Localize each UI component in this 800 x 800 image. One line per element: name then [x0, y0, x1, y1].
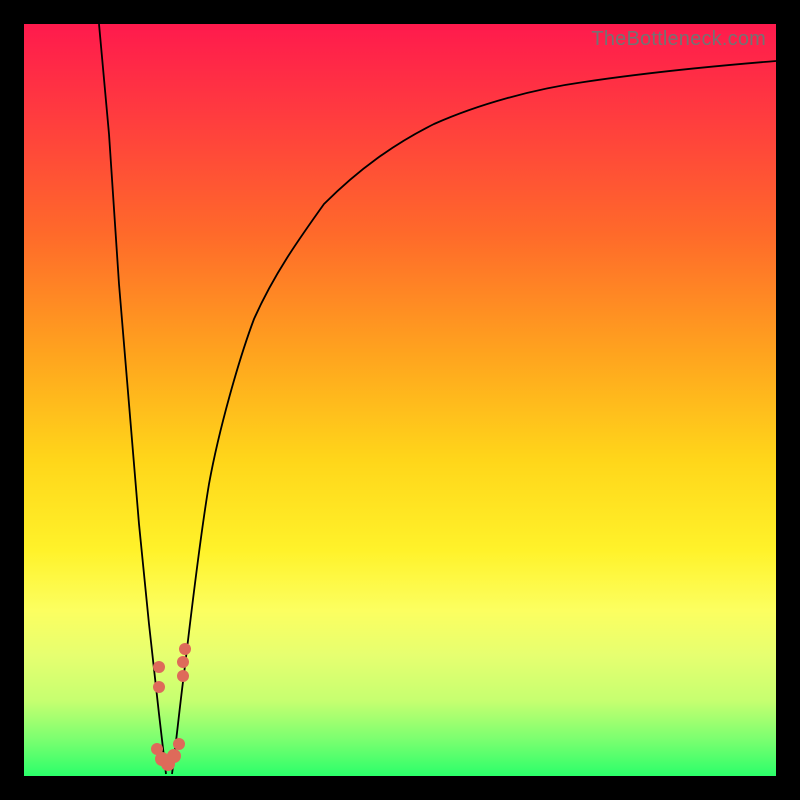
data-point: [173, 738, 185, 750]
curve-left-branch: [99, 24, 166, 774]
data-point: [153, 661, 165, 673]
data-point: [179, 643, 191, 655]
watermark-text: TheBottleneck.com: [591, 28, 766, 51]
curve-right-branch: [172, 61, 776, 774]
data-markers: [151, 643, 191, 771]
chart-frame: TheBottleneck.com: [0, 0, 800, 800]
plot-area: TheBottleneck.com: [24, 24, 776, 776]
data-point: [167, 749, 181, 763]
data-point: [153, 681, 165, 693]
data-point: [177, 670, 189, 682]
curve-layer: [24, 24, 776, 776]
data-point: [177, 656, 189, 668]
